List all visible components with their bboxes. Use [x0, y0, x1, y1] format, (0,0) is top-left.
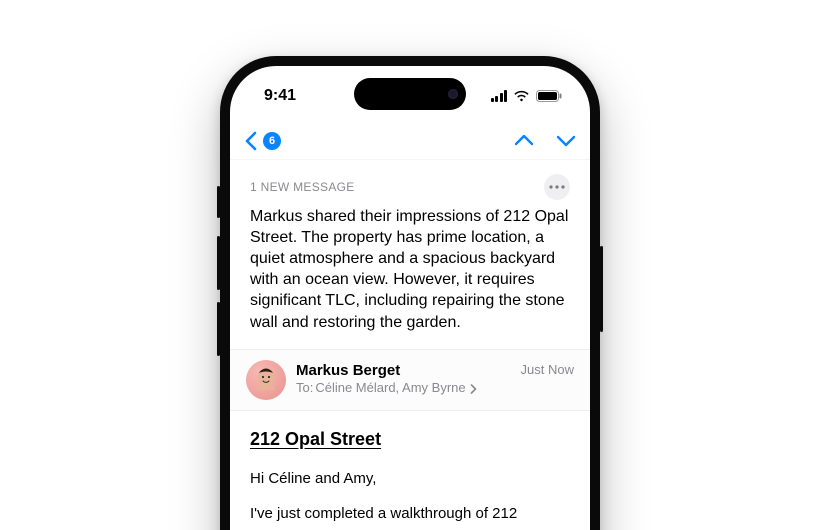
power-button — [600, 246, 603, 332]
memoji-face-icon — [252, 366, 280, 394]
phone-frame: 9:41 — [220, 56, 600, 530]
ellipsis-icon — [549, 185, 565, 189]
more-button[interactable] — [544, 174, 570, 200]
mail-content: 1 NEW MESSAGE Markus shared their impres… — [230, 160, 590, 530]
volume-down-button — [217, 302, 220, 356]
battery-icon — [536, 90, 562, 102]
summary-block: 1 NEW MESSAGE Markus shared their impres… — [230, 160, 590, 349]
body-text: Hi Céline and Amy, I've just completed a… — [250, 468, 570, 524]
chevron-down-icon — [556, 134, 576, 147]
subject: 212 Opal Street — [250, 429, 570, 450]
chevron-left-icon — [244, 131, 257, 151]
summary-label: 1 NEW MESSAGE — [250, 180, 355, 194]
sender-name: Markus Berget — [296, 362, 511, 380]
status-bar: 9:41 — [230, 66, 590, 120]
next-message-button[interactable] — [556, 134, 576, 147]
prev-message-button[interactable] — [514, 134, 534, 147]
chevron-right-icon — [470, 384, 477, 394]
avatar — [246, 360, 286, 400]
status-indicators — [491, 90, 563, 102]
greeting-line: Hi Céline and Amy, — [250, 468, 570, 489]
volume-up-button — [217, 236, 220, 290]
unread-badge: 6 — [263, 132, 281, 150]
to-names: Céline Mélard, Amy Byrne — [315, 380, 465, 397]
message-body: 212 Opal Street Hi Céline and Amy, I've … — [230, 411, 590, 524]
cellular-signal-icon — [491, 90, 508, 102]
summary-text: Markus shared their impressions of 212 O… — [250, 206, 570, 333]
timestamp: Just Now — [521, 362, 574, 377]
sender-row[interactable]: Markus Berget To: Céline Mélard, Amy Byr… — [230, 349, 590, 411]
back-button[interactable]: 6 — [244, 131, 281, 151]
app-screenshot: 9:41 — [0, 0, 820, 530]
to-prefix: To: — [296, 380, 313, 397]
side-button — [217, 186, 220, 218]
wifi-icon — [513, 90, 530, 102]
screen: 9:41 — [230, 66, 590, 530]
nav-bar: 6 — [230, 122, 590, 160]
to-line[interactable]: To: Céline Mélard, Amy Byrne — [296, 380, 511, 397]
chevron-up-icon — [514, 134, 534, 147]
body-line: I've just completed a walkthrough of 212 — [250, 503, 570, 524]
status-time: 9:41 — [264, 87, 296, 105]
